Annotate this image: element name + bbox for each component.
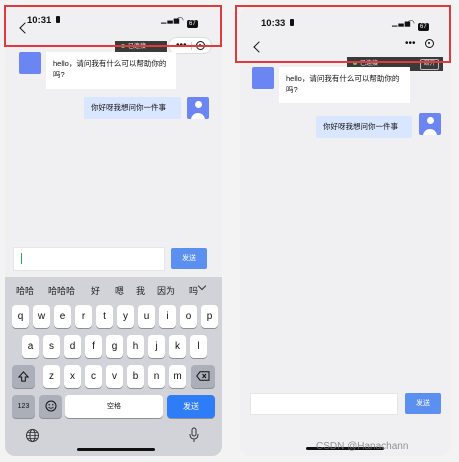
key-s[interactable]: s: [43, 335, 60, 358]
watermark: CSDN @Hanachann: [316, 441, 409, 452]
numbers-key[interactable]: 123: [12, 395, 35, 418]
user-avatar-icon: [187, 97, 209, 119]
keyboard: 哈哈 哈哈哈 好 嗯 我 因为 吗 q w e r t y u i o p a …: [5, 277, 222, 456]
key-t[interactable]: t: [96, 305, 113, 328]
home-indicator: [77, 448, 155, 451]
keyboard-send-key[interactable]: 发送: [167, 395, 215, 418]
key-h[interactable]: h: [127, 335, 144, 358]
key-p[interactable]: p: [201, 305, 218, 328]
key-u[interactable]: u: [138, 305, 155, 328]
expand-candidates-icon[interactable]: [197, 281, 207, 291]
microphone-icon[interactable]: [188, 427, 200, 443]
key-m[interactable]: m: [169, 365, 186, 388]
key-z[interactable]: z: [43, 365, 60, 388]
candidate-word[interactable]: 哈哈: [16, 284, 34, 297]
user-message: 你好呀我想问你一件事: [84, 97, 181, 119]
key-c[interactable]: c: [85, 365, 102, 388]
phone-screen-right: 10:33 ▁▃▅ ◠ 67 ••• 已连接 断开 hello，请问我有什么可以…: [240, 5, 450, 456]
shift-key[interactable]: [12, 365, 35, 388]
message-input[interactable]: [250, 393, 398, 415]
candidate-word[interactable]: 好: [91, 284, 100, 297]
candidate-word[interactable]: 哈哈哈: [48, 284, 75, 297]
send-button[interactable]: 发送: [405, 393, 441, 414]
bot-avatar: [252, 67, 274, 89]
candidate-word[interactable]: 嗯: [115, 284, 124, 297]
candidate-word[interactable]: 因为: [157, 284, 175, 297]
shift-icon: [17, 371, 30, 382]
key-e[interactable]: e: [54, 305, 71, 328]
bot-message: hello，请问我有什么可以帮助你的吗?: [279, 67, 410, 103]
candidate-word[interactable]: 吗: [189, 284, 198, 297]
key-f[interactable]: f: [85, 335, 102, 358]
user-avatar-icon: [419, 113, 441, 135]
candidate-word[interactable]: 我: [136, 284, 145, 297]
globe-icon[interactable]: [25, 428, 40, 443]
phone-screen-left: 10:31 ▁▃▅ ◠ 67 已连接 ••• hello，请问我有什么可以帮助你…: [5, 5, 222, 456]
emoji-icon: [45, 400, 56, 412]
key-x[interactable]: x: [64, 365, 81, 388]
key-j[interactable]: j: [148, 335, 165, 358]
highlight-box-left: [4, 5, 222, 47]
space-key[interactable]: 空格: [65, 395, 163, 418]
key-q[interactable]: q: [12, 305, 29, 328]
send-button[interactable]: 发送: [171, 248, 207, 269]
message-input[interactable]: [13, 247, 165, 271]
key-v[interactable]: v: [106, 365, 123, 388]
delete-key[interactable]: [191, 365, 215, 388]
key-k[interactable]: k: [169, 335, 186, 358]
key-g[interactable]: g: [106, 335, 123, 358]
bot-message: hello，请问我有什么可以帮助你的吗?: [46, 52, 176, 89]
key-i[interactable]: i: [159, 305, 176, 328]
highlight-box-right: [235, 5, 451, 63]
key-b[interactable]: b: [127, 365, 144, 388]
key-r[interactable]: r: [75, 305, 92, 328]
user-message: 你好呀我想问你一件事: [316, 116, 412, 138]
key-a[interactable]: a: [22, 335, 39, 358]
key-w[interactable]: w: [33, 305, 50, 328]
key-l[interactable]: l: [190, 335, 207, 358]
key-n[interactable]: n: [148, 365, 165, 388]
key-d[interactable]: d: [64, 335, 81, 358]
emoji-key[interactable]: [39, 395, 62, 418]
key-y[interactable]: y: [117, 305, 134, 328]
bot-avatar: [19, 52, 41, 74]
text-cursor: [21, 253, 22, 264]
key-o[interactable]: o: [180, 305, 197, 328]
backspace-icon: [196, 371, 210, 381]
